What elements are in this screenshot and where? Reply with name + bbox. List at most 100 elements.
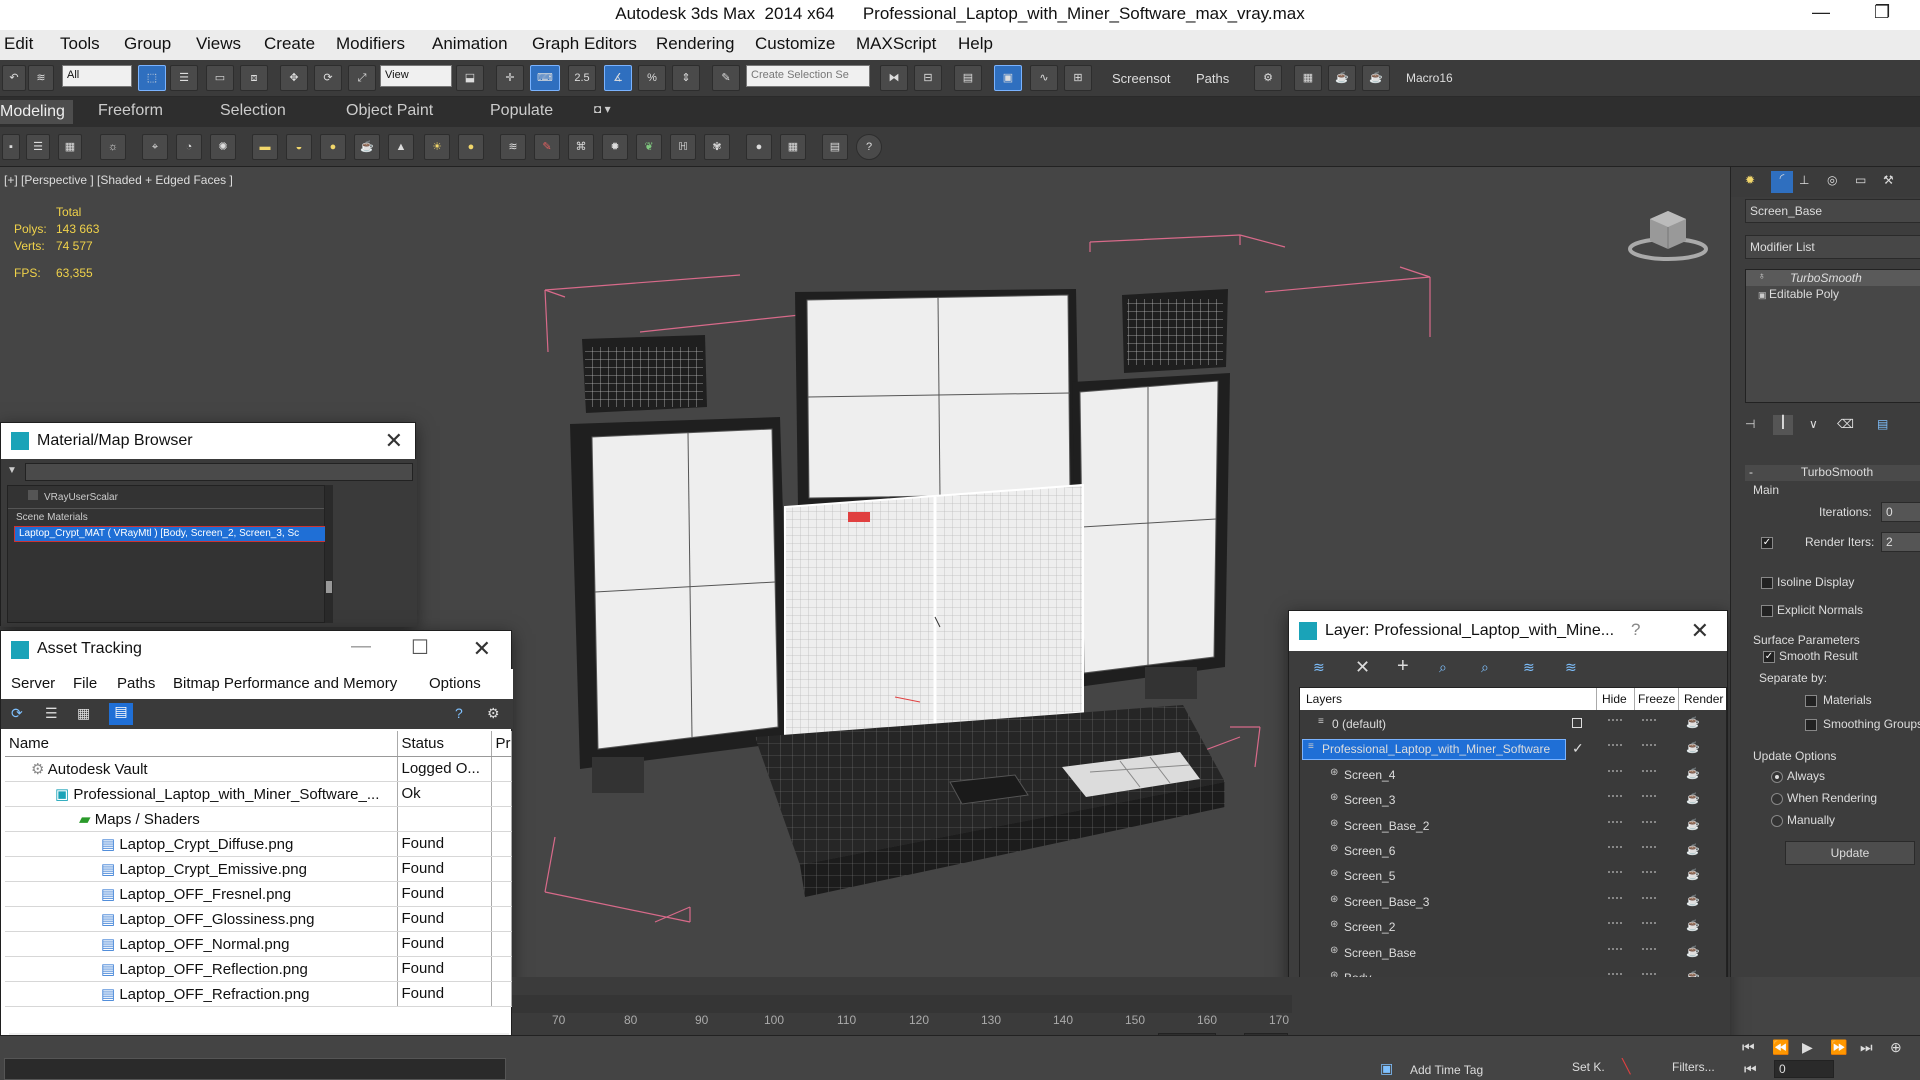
render-teapot-icon[interactable]: ☕ [1686,741,1700,754]
particle-icon[interactable]: ✺ [210,134,236,160]
camera-icon[interactable]: ⌖ [142,134,168,160]
thumbnail-view-icon[interactable]: ▦ [77,705,90,722]
layer-row[interactable]: ⊛ Screen_Base ☕ [1300,941,1724,966]
render-teapot-icon[interactable]: ☕ [1686,843,1700,856]
table-row[interactable]: ▤ Laptop_OFF_Refraction.png Found [5,981,512,1007]
vray-hair-icon[interactable]: ℍ [670,134,696,160]
table-view-icon[interactable]: ▤ [109,703,133,725]
grid-icon[interactable]: ▦ [58,134,82,160]
close-icon[interactable]: ✕ [385,428,403,454]
layer-row[interactable]: ⊛ Screen_6 ☕ [1300,839,1724,864]
undo-icon[interactable]: ↶ [2,65,26,91]
vray-grass-icon[interactable]: ❦ [636,134,662,160]
vray-fur-icon[interactable]: ≋ [500,134,526,160]
align-icon[interactable]: ⊟ [914,65,942,91]
render-teapot-icon[interactable]: ☕ [1686,792,1700,805]
collapse-icon[interactable]: ▼ [7,465,17,476]
render-iters-checkbox[interactable]: ✓ [1761,537,1773,549]
move-icon[interactable]: ✥ [280,65,308,91]
mirror-icon[interactable]: ⧓ [880,65,908,91]
list-view-icon[interactable]: ☰ [45,705,58,722]
freeze-toggle[interactable] [1642,871,1656,874]
help-icon[interactable]: ? [856,134,882,160]
stack-item-editable-poly[interactable]: ▣ Editable Poly [1746,286,1920,302]
render-teapot-icon[interactable]: ☕ [1686,868,1700,881]
when-rendering-radio[interactable] [1771,793,1783,805]
menu-edit[interactable]: Edit [4,34,33,54]
configure-sets-icon[interactable]: ▤ [1877,417,1888,431]
minimize-icon[interactable]: — [351,635,371,658]
render-teapot-icon[interactable]: ☕ [1686,919,1700,932]
make-unique-icon[interactable]: ∨ [1809,417,1818,431]
table-row[interactable]: ▤ Laptop_OFF_Normal.png Found [5,931,512,957]
freeze-toggle[interactable] [1642,820,1656,823]
motion-tab-icon[interactable]: ◎ [1827,173,1837,187]
play-icon[interactable]: ▶ [1802,1039,1813,1056]
materials-checkbox[interactable] [1805,695,1817,707]
current-frame-field[interactable]: 0 [1774,1060,1834,1078]
render-teapot-icon[interactable]: ☕ [1686,716,1700,729]
curve-editor-icon[interactable]: ∿ [1030,65,1058,91]
add-to-layer-icon[interactable]: + [1397,655,1409,678]
render-teapot-icon[interactable]: ☕ [1686,818,1700,831]
menu-bitmap-performance[interactable]: Bitmap Performance and Memory [173,675,397,692]
named-selection-set-dropdown[interactable]: Create Selection Se [746,65,870,87]
freeze-toggle[interactable] [1642,896,1656,899]
hide-toggle[interactable] [1608,922,1622,925]
menu-views[interactable]: Views [196,34,241,54]
hide-toggle[interactable] [1608,795,1622,798]
highlight-layer-icon[interactable]: ⌕ [1481,659,1489,676]
vray-material-ball-icon[interactable]: ● [746,134,772,160]
keyboard-shortcut-override-icon[interactable]: ⌨ [530,65,560,91]
close-icon[interactable]: ✕ [1691,618,1709,644]
table-row[interactable]: ⚙ Autodesk Vault Logged O... [5,756,512,782]
vertical-scrollbar[interactable] [325,485,333,623]
material-editor-icon[interactable]: ▪ [2,134,20,160]
column-freeze[interactable]: Freeze [1638,692,1675,706]
create-layer-icon[interactable]: ≋ [1313,659,1325,676]
vray-sphere-icon[interactable]: ● [320,134,346,160]
snap-toggle-icon[interactable]: 2.5 [568,65,596,91]
delete-layer-icon[interactable]: ✕ [1355,657,1370,678]
light-lister-icon[interactable]: ☼ [100,134,126,160]
help-icon[interactable]: ? [1631,620,1640,640]
vray-plane-icon[interactable]: ▬ [252,134,278,160]
update-button[interactable]: Update [1785,841,1915,865]
column-name[interactable]: Name [5,731,398,757]
explicit-normals-checkbox[interactable] [1761,605,1773,617]
macro-label[interactable]: Macro16 [1406,71,1453,85]
rendered-frame-window-icon[interactable]: ▦ [1294,65,1322,91]
hide-toggle[interactable] [1608,820,1622,823]
hide-toggle[interactable] [1608,846,1622,848]
hide-toggle[interactable] [1608,947,1622,950]
add-time-tag-label[interactable]: Add Time Tag [1410,1063,1483,1077]
material-item-selected[interactable]: Laptop_Crypt_MAT ( VRayMtl ) [Body, Scre… [14,526,326,542]
schematic-view-icon[interactable]: ⊞ [1064,65,1092,91]
modify-tab-icon[interactable]: ◜ [1771,171,1793,193]
scene-materials-group[interactable]: Scene Materials [16,512,88,523]
tab-freeform[interactable]: Freeform [98,102,163,120]
hide-toggle[interactable] [1608,896,1622,899]
freeze-toggle[interactable] [1642,947,1656,950]
render-production-icon[interactable]: ☕ [1328,65,1356,91]
tab-modeling[interactable]: Modeling [0,100,73,124]
scale-icon[interactable]: ⤢ [348,65,376,91]
remove-modifier-icon[interactable]: ⌫ [1837,417,1854,431]
table-row[interactable]: ▣ Professional_Laptop_with_Miner_Softwar… [5,781,512,807]
vray-rt-icon[interactable]: ✹ [602,134,628,160]
screenshot-label[interactable]: Screensot [1112,71,1171,86]
select-objects-icon[interactable]: ⌕ [1439,659,1447,676]
menu-rendering[interactable]: Rendering [656,34,734,54]
key-icon[interactable]: ╲ [1622,1058,1630,1075]
viewport-label[interactable]: [+] [Perspective ] [Shaded + Edged Faces… [4,173,233,187]
paths-label[interactable]: Paths [1196,71,1229,86]
hide-toggle[interactable] [1608,871,1622,874]
restore-button[interactable]: ❐ [1874,2,1890,23]
menu-file[interactable]: File [73,675,97,692]
smooth-result-checkbox[interactable]: ✓ [1763,651,1775,663]
lightbulb-icon[interactable]: ♁ [1758,271,1766,282]
time-config-icon[interactable]: ⏮ [1744,1061,1757,1078]
menu-tools[interactable]: Tools [60,34,100,54]
reference-coordinate-dropdown[interactable]: View [380,65,452,87]
freeze-toggle[interactable] [1642,973,1656,975]
